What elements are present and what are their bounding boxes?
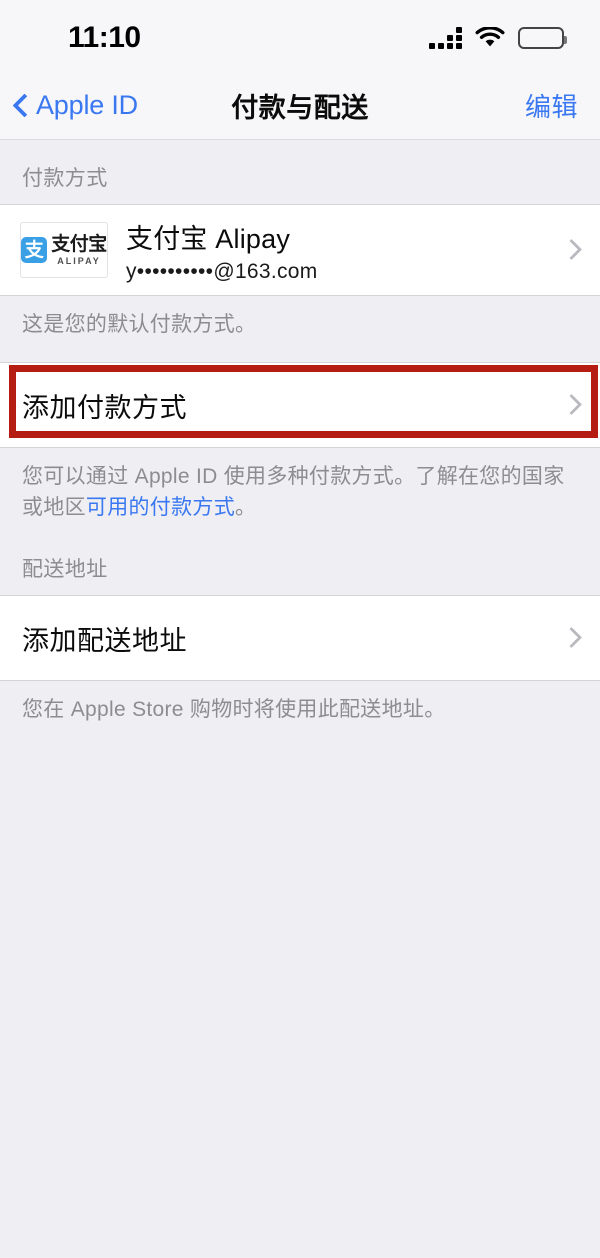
navigation-bar: Apple ID 付款与配送 编辑: [0, 72, 600, 140]
add-shipping-group: 添加配送地址: [0, 595, 600, 682]
iphone-screen: 11:10 Apple ID 付款与配送 编辑 付款方式 支 支付宝 ALIPA…: [0, 0, 600, 1258]
add-shipping-address-label: 添加配送地址: [22, 625, 187, 656]
alipay-wordmark-cn: 支付宝: [51, 233, 107, 255]
shipping-address-footer: 您在 Apple Store 购物时将使用此配送地址。: [22, 698, 446, 722]
payment-method-title: 支付宝 Alipay: [126, 223, 291, 254]
edit-button[interactable]: 编辑: [525, 87, 578, 124]
status-bar-indicators: [429, 23, 570, 49]
payment-method-account: y••••••••••@163.com: [126, 259, 318, 283]
cellular-signal-icon: [429, 27, 462, 49]
chevron-right-icon: [564, 626, 578, 650]
add-shipping-address-row[interactable]: 添加配送地址: [0, 596, 600, 681]
payment-footer-text-after: 。: [235, 495, 257, 519]
shipping-section-header: 配送地址: [22, 558, 108, 582]
payment-method-group: 支 支付宝 ALIPAY 支付宝 Alipay y••••••••••@163.…: [0, 204, 600, 296]
status-bar: 11:10: [0, 0, 600, 72]
add-payment-method-label: 添加付款方式: [22, 392, 187, 423]
alipay-glyph: 支: [24, 238, 44, 261]
chevron-right-icon: [564, 238, 578, 262]
alipay-logo-icon: 支 支付宝 ALIPAY: [20, 222, 108, 278]
battery-full-icon: [518, 27, 567, 49]
chevron-right-icon: [564, 393, 578, 417]
available-payment-methods-link[interactable]: 可用的付款方式: [86, 496, 235, 519]
payment-section-header: 付款方式: [22, 167, 108, 190]
add-payment-group: 添加付款方式: [0, 362, 600, 449]
payment-methods-footer: 您可以通过 Apple ID 使用多种付款方式。了解在您的国家或地区可用的付款方…: [0, 448, 600, 531]
chevron-left-icon: [14, 94, 28, 118]
alipay-wordmark: 支付宝 ALIPAY: [51, 235, 107, 266]
default-payment-note: 这是您的默认付款方式。: [22, 313, 257, 336]
wifi-icon: [475, 26, 505, 49]
status-bar-time: 11:10: [68, 21, 141, 54]
alipay-wordmark-en: ALIPAY: [57, 255, 101, 266]
payment-method-row-alipay[interactable]: 支 支付宝 ALIPAY 支付宝 Alipay y••••••••••@163.…: [0, 205, 600, 295]
payment-method-text: 支付宝 Alipay y••••••••••@163.com: [126, 217, 318, 284]
alipay-mark-icon: 支: [21, 237, 48, 263]
back-button-label: Apple ID: [36, 90, 138, 120]
back-button[interactable]: Apple ID: [14, 90, 138, 121]
add-payment-method-row[interactable]: 添加付款方式: [0, 363, 600, 448]
